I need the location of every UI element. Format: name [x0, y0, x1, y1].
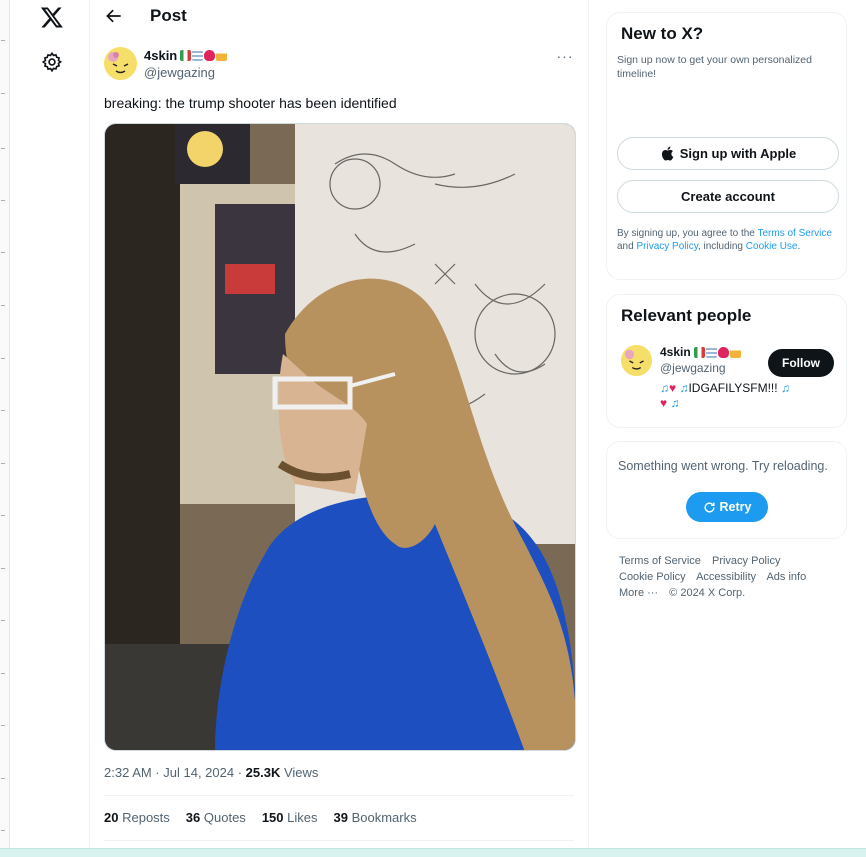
name-emojis	[693, 346, 741, 358]
create-account-button[interactable]: Create account	[617, 180, 839, 213]
music-note-icon: ♫	[660, 381, 669, 395]
post-column: Post 4skin @jewgazing ··· breaking: the …	[89, 0, 589, 848]
broken-heart-emoji	[204, 50, 216, 61]
relevant-people-card: Relevant people 4skin @jewgazing Follow …	[606, 294, 847, 428]
more-options-icon[interactable]: ···	[556, 48, 574, 66]
page-title: Post	[150, 6, 187, 25]
views-count: 25.3K	[245, 765, 281, 780]
footer-link-cookie[interactable]: Cookie Policy	[619, 571, 686, 583]
music-note-icon: ♫	[670, 396, 680, 410]
person-handle[interactable]: @jewgazing	[660, 361, 741, 375]
error-card: Something went wrong. Try reloading. Ret…	[606, 441, 847, 539]
post-author: 4skin @jewgazing	[144, 47, 228, 80]
person-name[interactable]: 4skin	[660, 345, 691, 359]
relevant-people-title: Relevant people	[621, 306, 752, 325]
beer-emoji	[216, 50, 228, 61]
author-name[interactable]: 4skin	[144, 48, 177, 63]
beer-emoji	[729, 346, 741, 358]
new-to-x-title: New to X?	[621, 24, 704, 43]
left-nav	[12, 0, 90, 848]
refresh-icon	[703, 501, 715, 513]
follow-button[interactable]: Follow	[768, 349, 834, 377]
cookie-link[interactable]: Cookie Use	[746, 241, 798, 252]
post-text: breaking: the trump shooter has been ide…	[104, 95, 397, 111]
browser-gutter	[0, 0, 10, 848]
avatar[interactable]	[104, 47, 137, 80]
gear-icon[interactable]	[41, 51, 63, 73]
dna-emoji	[192, 50, 204, 61]
broken-heart-emoji	[717, 346, 729, 358]
music-note-icon: ♫	[780, 381, 790, 395]
bottom-bar	[0, 848, 866, 857]
apple-icon	[661, 146, 674, 161]
hearts-icon: ♥	[660, 396, 668, 410]
views-label: Views	[280, 765, 319, 780]
new-to-x-card: New to X? Sign up now to get your own pe…	[606, 12, 847, 280]
footer-link-more[interactable]: More ···	[619, 587, 658, 599]
post-stats: 20 Reposts 36 Quotes 150 Likes 39 Bookma…	[104, 810, 417, 825]
signup-terms: By signing up, you agree to the Terms of…	[617, 228, 832, 252]
stat-bookmarks[interactable]: 39 Bookmarks	[334, 810, 417, 825]
hearts-icon: ♥	[669, 381, 677, 395]
post-time[interactable]: 2:32 AM · Jul 14, 2024 ·	[104, 765, 246, 780]
divider	[104, 795, 574, 796]
terms-link[interactable]: Terms of Service	[757, 228, 831, 239]
stat-reposts[interactable]: 20 Reposts	[104, 810, 170, 825]
author-handle[interactable]: @jewgazing	[144, 65, 227, 80]
name-emojis	[180, 50, 228, 61]
person-info: 4skin @jewgazing	[660, 345, 741, 375]
post-meta: 2:32 AM · Jul 14, 2024 · 25.3K Views	[104, 765, 318, 780]
sidebar-footer: Terms of Service Privacy Policy Cookie P…	[619, 553, 839, 601]
stat-quotes[interactable]: 36 Quotes	[186, 810, 246, 825]
post-image[interactable]	[104, 123, 576, 751]
error-message: Something went wrong. Try reloading.	[618, 459, 828, 473]
new-to-x-subtitle: Sign up now to get your own personalized…	[617, 54, 812, 80]
sign-up-apple-label: Sign up with Apple	[679, 146, 797, 161]
flag-emoji	[180, 50, 192, 61]
footer-link-accessibility[interactable]: Accessibility	[696, 571, 756, 583]
arrow-left-icon[interactable]	[104, 6, 124, 26]
avatar[interactable]	[621, 345, 652, 376]
retry-label: Retry	[719, 500, 752, 514]
retry-button[interactable]: Retry	[686, 492, 768, 522]
post-header: Post	[90, 0, 588, 34]
dna-emoji	[705, 346, 717, 358]
person-bio: ♫♥ ♫IDGAFILYSFM!!! ♫ ♥ ♫	[660, 381, 790, 410]
footer-link-ads[interactable]: Ads info	[766, 571, 806, 583]
footer-link-terms[interactable]: Terms of Service	[619, 555, 701, 567]
stat-likes[interactable]: 150 Likes	[262, 810, 318, 825]
privacy-link[interactable]: Privacy Policy	[636, 241, 698, 252]
divider	[104, 840, 574, 841]
footer-link-privacy[interactable]: Privacy Policy	[712, 555, 780, 567]
footer-copyright: © 2024 X Corp.	[669, 587, 746, 599]
x-logo-icon[interactable]	[40, 5, 64, 29]
flag-emoji	[693, 346, 705, 358]
sign-up-apple-button[interactable]: Sign up with Apple	[617, 137, 839, 170]
